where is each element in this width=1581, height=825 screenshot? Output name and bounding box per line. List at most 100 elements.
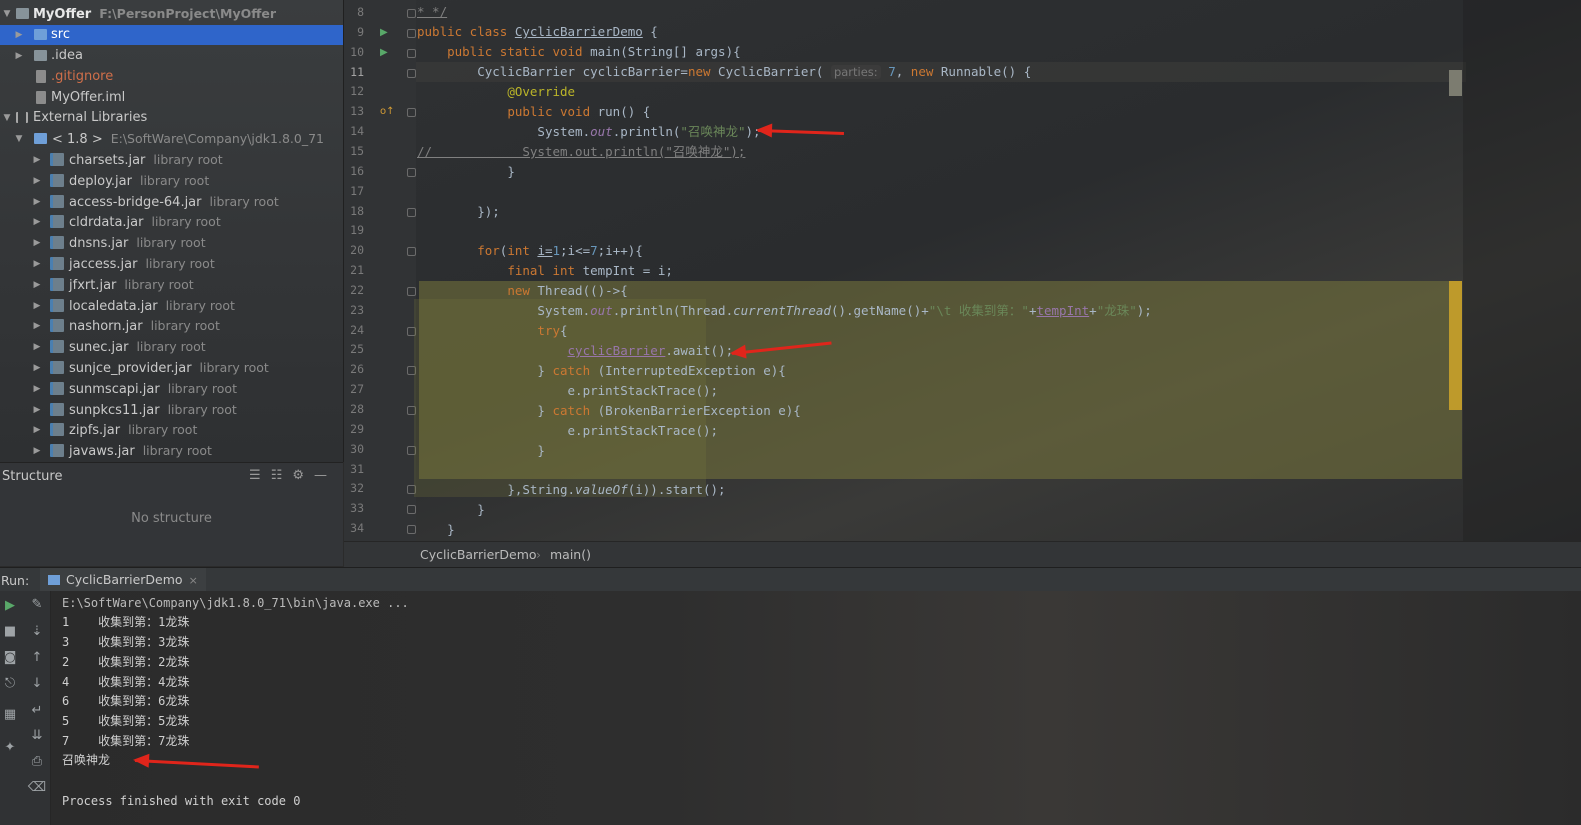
run-tab-label: CyclicBarrierDemo: [66, 572, 183, 587]
tree-item-jar[interactable]: ▶ dnsns.jar library root: [0, 233, 343, 253]
layout-icon[interactable]: ▦: [0, 707, 20, 722]
fold-icon[interactable]: [407, 505, 416, 515]
down-arrow-icon[interactable]: ↓: [27, 676, 47, 691]
tree-item-jar[interactable]: ▶ sunjce_provider.jar library root: [0, 358, 343, 378]
tree-item-label: jfxrt.jar library root: [69, 276, 194, 293]
minimize-icon[interactable]: —: [314, 468, 337, 483]
tree-item-jar[interactable]: ▶ deploy.jar library root: [0, 171, 343, 191]
console-output[interactable]: E:\SoftWare\Company\jdk1.8.0_71\bin\java…: [51, 591, 1581, 825]
fold-icon[interactable]: [407, 286, 416, 296]
fold-icon[interactable]: [407, 207, 416, 217]
chevron-right-icon[interactable]: ▶: [32, 150, 42, 170]
chevron-right-icon[interactable]: ▶: [14, 46, 24, 66]
exit-icon[interactable]: ⎋: [0, 676, 20, 691]
chevron-right-icon[interactable]: ▶: [32, 420, 42, 440]
module-file-icon: [36, 91, 46, 104]
code-line-12: @Override: [507, 84, 576, 99]
trash-icon[interactable]: ⌫: [27, 780, 47, 795]
chevron-down-icon[interactable]: ▼: [14, 129, 24, 149]
tree-item-jar[interactable]: ▶ access-bridge-64.jar library root: [0, 192, 343, 212]
library-root-tag: library root: [167, 380, 237, 396]
chevron-right-icon[interactable]: ▶: [32, 233, 42, 253]
fold-icon[interactable]: [407, 108, 416, 118]
breadcrumb-class[interactable]: CyclicBarrierDemo: [420, 547, 537, 562]
tree-item-idea[interactable]: ▶ .idea: [0, 46, 343, 66]
chevron-right-icon[interactable]: ▶: [32, 212, 42, 232]
rerun-icon[interactable]: ✎: [27, 597, 47, 612]
console-line: 6 收集到第：6龙珠: [62, 694, 190, 708]
chevron-right-icon[interactable]: ▶: [32, 337, 42, 357]
print-icon[interactable]: ⎙: [27, 754, 47, 769]
code-line-9: public class CyclicBarrierDemo {: [417, 24, 658, 39]
chevron-right-icon[interactable]: ▶: [14, 25, 24, 45]
soft-wrap-icon[interactable]: ↵: [27, 703, 47, 718]
breadcrumb-method[interactable]: main(): [550, 547, 591, 562]
tree-item-jar[interactable]: ▶ nashorn.jar library root: [0, 316, 343, 336]
code-editor[interactable]: 8 9 10 11 12 13 14 15 16 17 18 19 20 21 22 23 24 25 26 27 28…: [344, 0, 1581, 541]
fold-icon[interactable]: [407, 28, 416, 38]
line-number: 24: [350, 322, 364, 337]
tree-item-jar[interactable]: ▶ localedata.jar library root: [0, 296, 343, 316]
jar-icon: [50, 173, 64, 187]
override-icon[interactable]: o↑: [380, 106, 395, 117]
scrollbar-highlight-marker[interactable]: [1449, 281, 1462, 410]
chevron-right-icon[interactable]: ▶: [32, 358, 42, 378]
chevron-right-icon[interactable]: ▶: [32, 275, 42, 295]
minimap[interactable]: [1463, 0, 1581, 541]
chevron-down-icon[interactable]: ▼: [2, 4, 12, 24]
stop-icon[interactable]: ■: [0, 624, 20, 639]
chevron-right-icon[interactable]: ▶: [32, 379, 42, 399]
sort-icon[interactable]: ☰: [249, 468, 271, 483]
tree-item-jar[interactable]: ▶ sunec.jar library root: [0, 337, 343, 357]
chevron-right-icon[interactable]: ▶: [32, 441, 42, 461]
fold-icon[interactable]: [407, 525, 416, 535]
code-line-15: // System.out.println("召唤神龙");: [417, 144, 746, 159]
pin-icon[interactable]: ✦: [0, 740, 20, 755]
tree-item-jar[interactable]: ▶ javaws.jar library root: [0, 441, 343, 461]
gear-icon[interactable]: ⚙: [292, 468, 314, 483]
tree-item-jar[interactable]: ▶ charsets.jar library root: [0, 150, 343, 170]
chevron-right-icon[interactable]: ▶: [32, 192, 42, 212]
close-icon[interactable]: ×: [189, 574, 198, 587]
line-number: 15: [350, 143, 364, 158]
fold-icon[interactable]: [407, 48, 416, 58]
fold-icon[interactable]: [407, 167, 416, 177]
tree-item-src[interactable]: ▶ src: [0, 25, 343, 45]
line-number: 13: [350, 104, 364, 119]
jar-icon: [50, 423, 64, 437]
chevron-right-icon[interactable]: ▶: [32, 316, 42, 336]
tree-item-jdk[interactable]: ▼ < 1.8 > E:\SoftWare\Company\jdk1.8.0_71: [0, 129, 343, 149]
fold-icon[interactable]: [407, 247, 416, 257]
run-main-icon[interactable]: ▶: [380, 47, 388, 58]
run-class-icon[interactable]: ▶: [380, 27, 388, 38]
chevron-right-icon[interactable]: ▶: [32, 296, 42, 316]
tree-item-jar[interactable]: ▶ zipfs.jar library root: [0, 420, 343, 440]
jar-icon: [50, 257, 64, 270]
jar-icon: [50, 381, 64, 395]
fold-icon[interactable]: [407, 9, 416, 18]
tree-item-gitignore[interactable]: .gitignore: [0, 67, 343, 87]
tree-item-jar[interactable]: ▶ jaccess.jar library root: [0, 254, 343, 274]
chevron-right-icon[interactable]: ▶: [32, 254, 42, 274]
down-arrow-icon[interactable]: ⇣: [27, 624, 47, 639]
tree-item-external-libraries[interactable]: ▼ External Libraries: [0, 108, 343, 128]
chevron-right-icon[interactable]: ▶: [32, 400, 42, 420]
camera-icon[interactable]: ◙: [0, 650, 20, 665]
chevron-down-icon[interactable]: ▼: [2, 108, 12, 128]
chevron-right-icon[interactable]: ▶: [32, 171, 42, 191]
play-icon[interactable]: ▶: [0, 598, 20, 613]
tree-item-iml[interactable]: MyOffer.iml: [0, 88, 343, 108]
sort-alpha-icon[interactable]: ☷: [271, 468, 293, 483]
tree-item-root[interactable]: ▼ MyOffer F:\PersonProject\MyOffer: [0, 4, 343, 24]
scroll-to-end-icon[interactable]: ⇊: [27, 728, 47, 743]
fold-icon[interactable]: [407, 68, 416, 78]
up-arrow-icon[interactable]: ↑: [27, 650, 47, 665]
tree-item-jar[interactable]: ▶ sunmscapi.jar library root: [0, 379, 343, 399]
tree-item-jar[interactable]: ▶ cldrdata.jar library root: [0, 212, 343, 232]
run-toolbar: ▶ ✎ ■ ⇣ ◙ ↑ ⎋ ↓ ▦ ↵ ⇊ ✦ ⎙ ⌫: [0, 591, 51, 825]
scrollbar-marker[interactable]: [1449, 70, 1462, 96]
tree-item-jar[interactable]: ▶ jfxrt.jar library root: [0, 275, 343, 295]
library-root-tag: library root: [153, 152, 223, 167]
tree-item-jar[interactable]: ▶ sunpkcs11.jar library root: [0, 400, 343, 420]
tree-item-label: charsets.jar library root: [69, 152, 223, 168]
